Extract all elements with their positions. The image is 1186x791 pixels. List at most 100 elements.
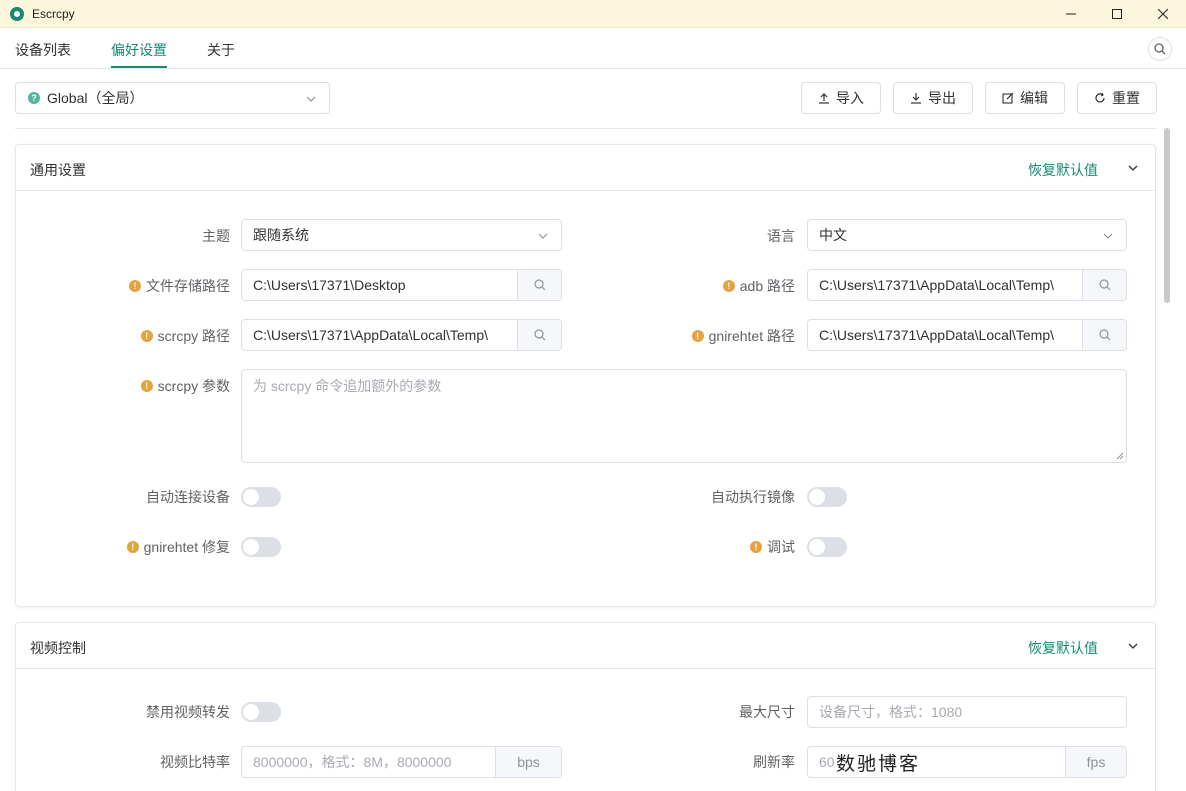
- fps-label: 刷新率: [753, 754, 795, 770]
- info-icon: !: [140, 380, 153, 392]
- info-icon: !: [750, 541, 762, 553]
- bitrate-unit-text: bps: [517, 754, 540, 770]
- auto-mirror-label: 自动执行镜像: [711, 489, 795, 505]
- preset-select[interactable]: ? Global（全局）: [15, 82, 330, 114]
- tab-about[interactable]: 关于: [207, 40, 235, 68]
- scrcpy-args-label-text: scrcpy 参数: [157, 378, 230, 394]
- gnirehtet-fix-switch[interactable]: [241, 537, 281, 557]
- chevron-down-icon[interactable]: [1127, 162, 1139, 174]
- adb-path-label: ! adb 路径: [625, 277, 795, 295]
- scrcpy-path-value: C:\Users\17371\AppData\Local\Temp\: [253, 327, 489, 343]
- minimize-icon: [1066, 13, 1076, 15]
- resize-handle-icon[interactable]: [1116, 452, 1124, 460]
- language-select[interactable]: 中文: [807, 219, 1127, 251]
- card-header[interactable]: 视频控制 恢复默认值: [16, 623, 1155, 669]
- window-title: Escrcpy: [32, 6, 75, 21]
- card-title: 通用设置: [30, 162, 86, 178]
- info-icon: !: [722, 280, 735, 292]
- tab-device-list[interactable]: 设备列表: [15, 40, 71, 68]
- info-icon: !: [126, 541, 139, 553]
- watermark: 数驰博客: [836, 753, 921, 775]
- scrollbar[interactable]: [1163, 128, 1171, 778]
- gnirehtet-path-label-text: gnirehtet 路径: [708, 328, 795, 344]
- adb-path-input[interactable]: C:\Users\17371\AppData\Local\Temp\: [807, 269, 1127, 301]
- save-path-browse-button[interactable]: [517, 270, 561, 300]
- info-icon: !: [691, 330, 704, 342]
- scrcpy-args-label: ! scrcpy 参数: [60, 377, 230, 395]
- scrcpy-path-label: ! scrcpy 路径: [60, 327, 230, 345]
- reset-label: 重置: [1112, 90, 1140, 106]
- gnirehtet-path-browse-button[interactable]: [1082, 320, 1126, 350]
- debug-label-text: 调试: [767, 539, 795, 555]
- scrcpy-path-browse-button[interactable]: [517, 320, 561, 350]
- close-button[interactable]: [1140, 0, 1186, 28]
- search-icon: [1098, 329, 1110, 341]
- card-title: 视频控制: [30, 640, 86, 656]
- window-controls: [1048, 0, 1186, 28]
- edit-button[interactable]: 编辑: [985, 82, 1065, 114]
- app-logo-icon: [10, 6, 24, 21]
- theme-label: 主题: [202, 228, 230, 244]
- toolbar-divider: [15, 128, 1157, 129]
- maximize-button[interactable]: [1094, 0, 1140, 28]
- export-label: 导出: [928, 90, 956, 106]
- edit-label: 编辑: [1020, 90, 1048, 106]
- reset-button[interactable]: 重置: [1077, 82, 1157, 114]
- gnirehtet-path-input[interactable]: C:\Users\17371\AppData\Local\Temp\: [807, 319, 1127, 351]
- search-icon: [533, 279, 545, 291]
- auto-connect-switch[interactable]: [241, 487, 281, 507]
- max-size-placeholder: 设备尺寸，格式：1080: [819, 704, 963, 720]
- search-icon: [533, 329, 545, 341]
- info-icon: !: [129, 280, 141, 292]
- preset-value: Global（全局）: [47, 90, 144, 106]
- disable-video-label: 禁用视频转发: [146, 704, 230, 720]
- chevron-down-icon: [306, 96, 316, 102]
- gnirehtet-path-label: ! gnirehtet 路径: [600, 327, 795, 345]
- download-icon: [911, 93, 921, 104]
- scrcpy-path-input[interactable]: C:\Users\17371\AppData\Local\Temp\: [241, 319, 562, 351]
- save-path-value: C:\Users\17371\Desktop: [253, 277, 406, 293]
- main-tabs: 设备列表 偏好设置 关于: [0, 28, 1186, 69]
- auto-connect-label: 自动连接设备: [146, 489, 230, 505]
- adb-path-browse-button[interactable]: [1082, 270, 1126, 300]
- auto-mirror-switch[interactable]: [807, 487, 847, 507]
- bitrate-input[interactable]: 8000000，格式：8M，8000000 bps: [241, 746, 562, 778]
- minimize-button[interactable]: [1048, 0, 1094, 28]
- question-icon: ?: [28, 92, 40, 104]
- search-button[interactable]: [1148, 37, 1172, 61]
- gnirehtet-fix-label-text: gnirehtet 修复: [143, 539, 230, 555]
- chevron-down-icon[interactable]: [1127, 640, 1139, 652]
- import-label: 导入: [836, 90, 864, 106]
- scrollbar-thumb[interactable]: [1164, 128, 1170, 303]
- scrcpy-args-textarea[interactable]: 为 scrcpy 命令追加额外的参数: [241, 369, 1127, 463]
- save-path-input[interactable]: C:\Users\17371\Desktop: [241, 269, 562, 301]
- edit-icon: [1002, 92, 1014, 104]
- fps-unit: fps: [1065, 747, 1126, 777]
- title-bar: Escrcpy: [0, 0, 1186, 28]
- bitrate-label: 视频比特率: [160, 754, 230, 770]
- disable-video-switch[interactable]: [241, 702, 281, 722]
- bitrate-placeholder: 8000000，格式：8M，8000000: [253, 754, 452, 770]
- scrcpy-path-label-text: scrcpy 路径: [157, 328, 230, 344]
- language-label: 语言: [767, 228, 795, 244]
- fps-placeholder: 60: [819, 754, 835, 770]
- card-header[interactable]: 通用设置 恢复默认值: [16, 145, 1155, 191]
- tab-preferences[interactable]: 偏好设置: [111, 40, 167, 68]
- max-size-input[interactable]: 设备尺寸，格式：1080: [807, 696, 1127, 728]
- restore-defaults-link[interactable]: 恢复默认值: [1028, 160, 1098, 180]
- bitrate-unit: bps: [495, 747, 561, 777]
- upload-icon: [819, 93, 829, 104]
- save-path-label: ! 文件存储路径: [60, 277, 230, 295]
- max-size-label: 最大尺寸: [739, 704, 795, 720]
- debug-switch[interactable]: [807, 537, 847, 557]
- export-button[interactable]: 导出: [893, 82, 973, 114]
- search-icon: [1154, 43, 1166, 55]
- chevron-down-icon: [1103, 233, 1113, 239]
- import-button[interactable]: 导入: [801, 82, 881, 114]
- language-value: 中文: [819, 227, 847, 243]
- restore-defaults-link[interactable]: 恢复默认值: [1028, 638, 1098, 658]
- close-icon: [1158, 9, 1168, 19]
- gnirehtet-path-value: C:\Users\17371\AppData\Local\Temp\: [819, 327, 1055, 343]
- maximize-icon: [1112, 9, 1122, 19]
- theme-select[interactable]: 跟随系统: [241, 219, 562, 251]
